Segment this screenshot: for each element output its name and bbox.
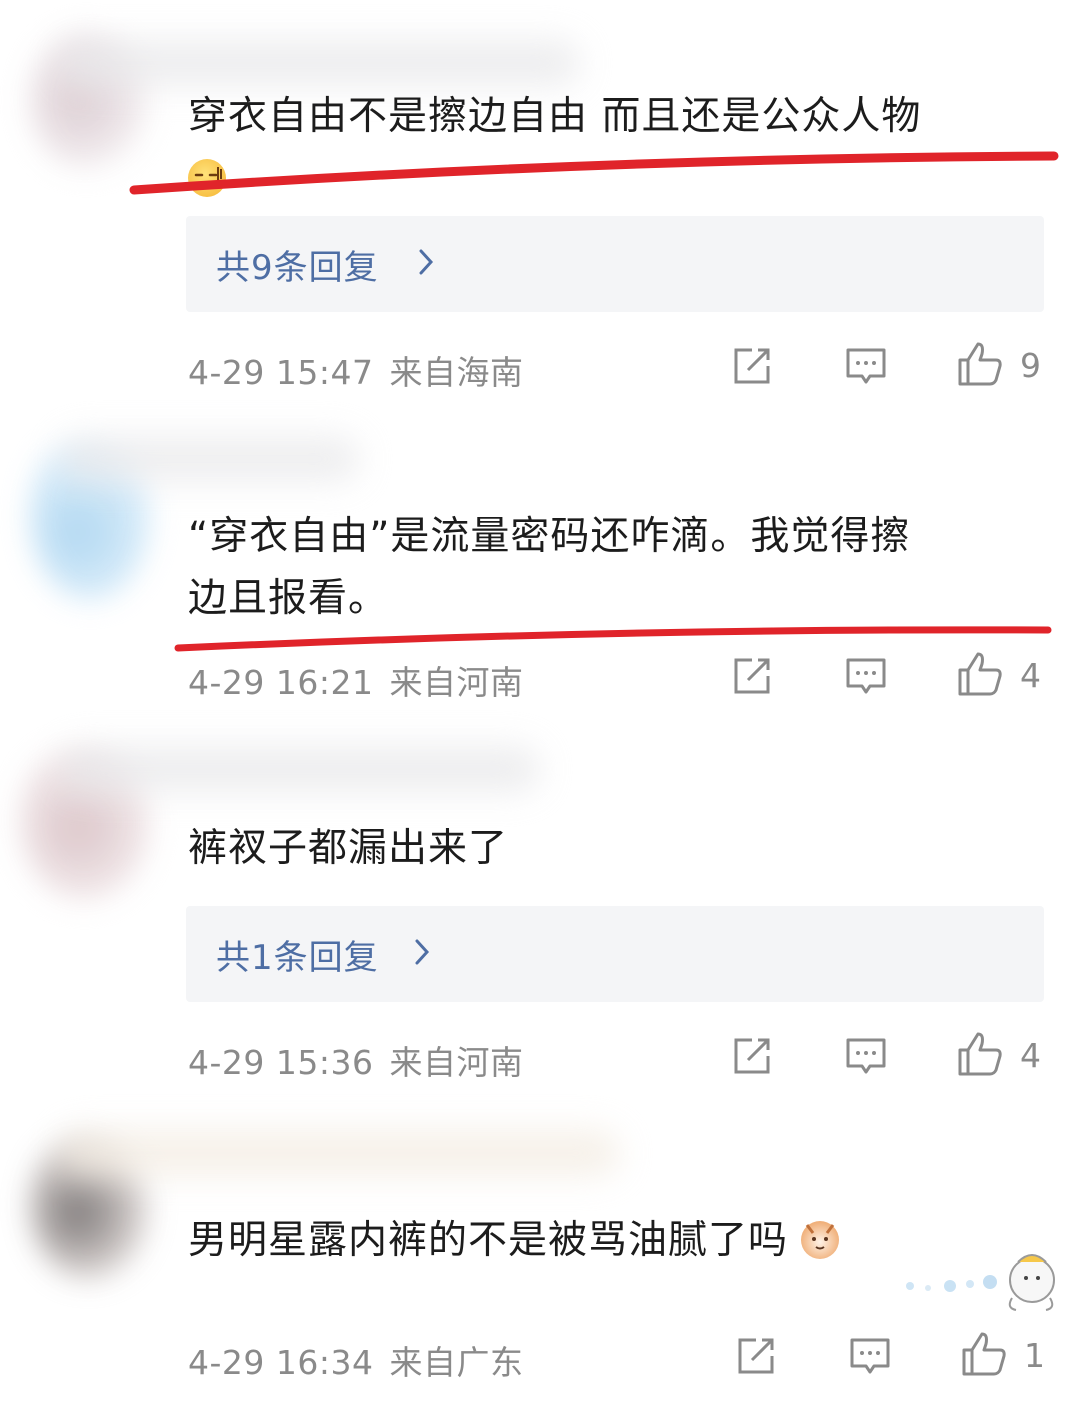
like-count: 4 xyxy=(1020,656,1041,695)
comment-meta: 4-29 15:47 来自海南 xyxy=(188,346,524,394)
share-icon[interactable] xyxy=(734,1334,778,1378)
thumbs-up-icon[interactable] xyxy=(960,1330,1008,1378)
chevron-right-icon xyxy=(418,248,434,276)
share-icon[interactable] xyxy=(730,654,774,698)
thumbs-up-icon[interactable] xyxy=(956,1030,1004,1078)
comment-location: 来自河南 xyxy=(389,663,524,702)
thumbs-up-icon[interactable] xyxy=(956,650,1004,698)
red-underline xyxy=(129,151,1059,195)
comment-meta: 4-29 16:34 来自广东 xyxy=(188,1336,524,1384)
like-count: 9 xyxy=(1020,346,1041,385)
comment-item: 男明星露内裤的不是被骂油腻了吗 4-29 16:34 来自广东 1 xyxy=(0,1100,1080,1412)
cat-face-emoji xyxy=(801,1221,840,1259)
comment-location: 来自海南 xyxy=(389,353,524,392)
comment-icon[interactable] xyxy=(844,344,888,388)
comment-text: 裤衩子都漏出来了 xyxy=(188,826,509,871)
share-icon[interactable] xyxy=(730,1034,774,1078)
comment-item: 穿衣自由不是擦边自由 而且还是公众人物 共9条回复 4-29 15:47 来自海南… xyxy=(0,0,1080,410)
red-underline xyxy=(174,626,1052,652)
comment-date: 4-29 16:34 xyxy=(188,1343,374,1382)
comment-location: 来自河南 xyxy=(389,1043,524,1082)
comment-date: 4-29 15:36 xyxy=(188,1043,374,1082)
comment-icon[interactable] xyxy=(844,1034,888,1078)
comment-icon[interactable] xyxy=(844,654,888,698)
reply-summary[interactable]: 共9条回复 xyxy=(186,216,1044,312)
like-count: 1 xyxy=(1024,1336,1045,1375)
comment-icon[interactable] xyxy=(848,1334,892,1378)
username-blurred[interactable] xyxy=(60,1130,620,1176)
comment-meta: 4-29 15:36 来自河南 xyxy=(188,1036,524,1084)
thumbs-up-icon[interactable] xyxy=(956,340,1004,388)
sticker-decoration xyxy=(900,1240,1060,1320)
comment-meta: 4-29 16:21 来自河南 xyxy=(188,656,524,704)
username-blurred[interactable] xyxy=(60,746,540,792)
comment-item: 裤衩子都漏出来了 共1条回复 4-29 15:36 来自河南 4 xyxy=(0,720,1080,1100)
like-count: 4 xyxy=(1020,1036,1041,1075)
reply-count-label: 共1条回复 xyxy=(216,938,379,978)
reply-summary[interactable]: 共1条回复 xyxy=(186,906,1044,1002)
reply-count-label: 共9条回复 xyxy=(216,248,379,288)
comment-location: 来自广东 xyxy=(389,1343,524,1382)
share-icon[interactable] xyxy=(730,344,774,388)
comment-date: 4-29 16:21 xyxy=(188,663,374,702)
comment-date: 4-29 15:47 xyxy=(188,353,374,392)
comment-item: “穿衣自由”是流量密码还咋滴。我觉得擦 边且报看。 4-29 16:21 来自河南… xyxy=(0,410,1080,720)
chevron-right-icon xyxy=(414,938,430,966)
